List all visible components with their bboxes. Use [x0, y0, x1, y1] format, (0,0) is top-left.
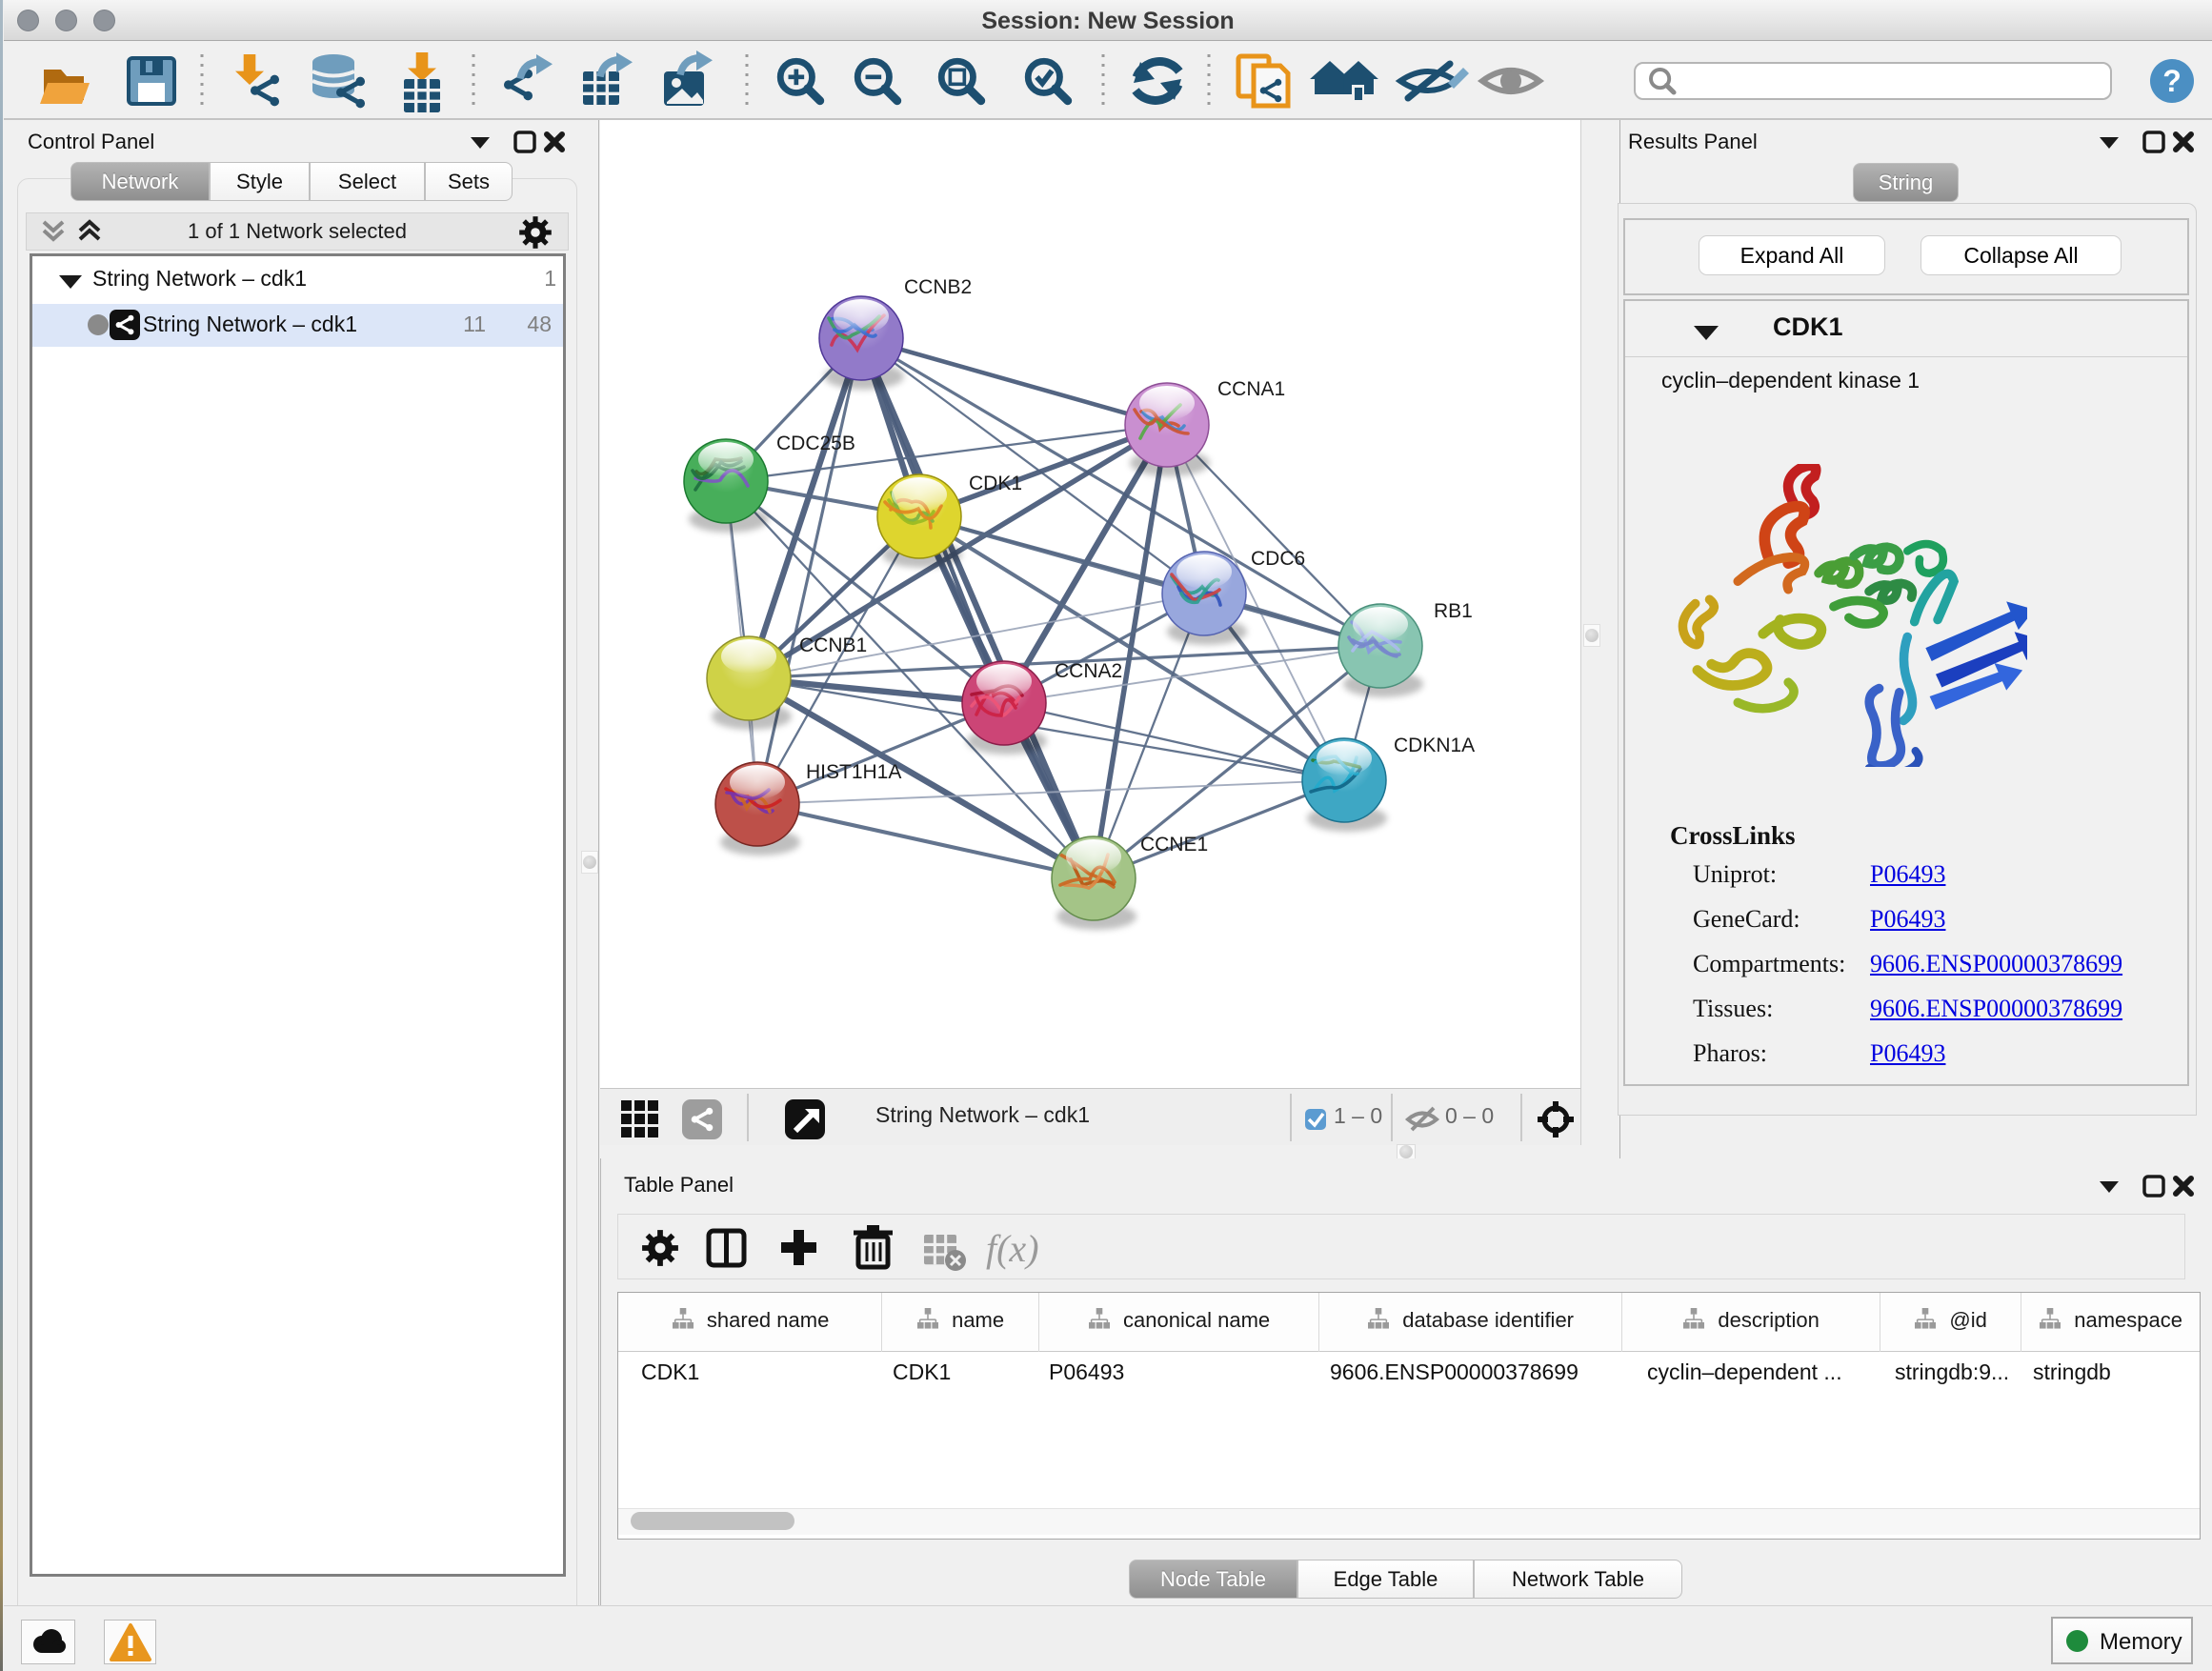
svg-text:CCNA1: CCNA1: [1217, 378, 1285, 400]
svg-text:f(x): f(x): [986, 1227, 1039, 1270]
svg-text:CCNB2: CCNB2: [904, 276, 972, 298]
svg-text:CDKN1A: CDKN1A: [1394, 735, 1475, 756]
svg-text:CCNB1: CCNB1: [799, 634, 867, 656]
svg-text:CCNE1: CCNE1: [1140, 834, 1208, 856]
svg-text:CDC6: CDC6: [1251, 548, 1305, 570]
svg-text:HIST1H1A: HIST1H1A: [806, 761, 901, 783]
svg-text:CCNA2: CCNA2: [1055, 660, 1122, 682]
svg-text:CDC25B: CDC25B: [776, 433, 855, 454]
svg-text:?: ?: [2162, 64, 2182, 98]
svg-text:RB1: RB1: [1434, 600, 1473, 622]
svg-text:CDK1: CDK1: [969, 473, 1022, 494]
